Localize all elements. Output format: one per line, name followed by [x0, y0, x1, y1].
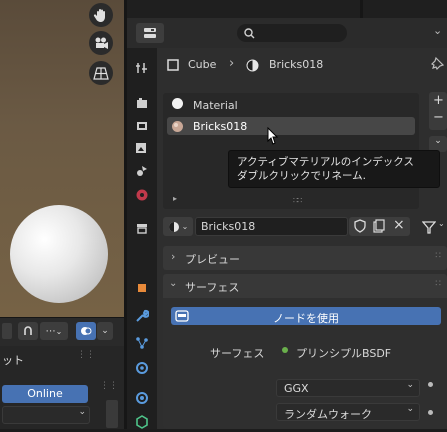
chevron-down-icon: ⌄: [406, 404, 414, 414]
shader-socket-dot: [282, 347, 288, 353]
data-tab-icon[interactable]: [132, 412, 152, 432]
remove-slot-icon[interactable]: −: [433, 110, 444, 125]
animate-property-dot[interactable]: [428, 410, 433, 415]
left-side-panel: ット ⋮⋮ Online ⌄ ⋮⋮: [0, 346, 124, 429]
preview-panel-header[interactable]: › プレビュー ∷: [163, 246, 447, 270]
3d-viewport[interactable]: [0, 0, 124, 317]
tooltip: アクティブマテリアルのインデックス ダブルクリックでリネーム.: [228, 150, 440, 188]
material-name-field[interactable]: Bricks018: [195, 217, 348, 236]
breadcrumb-object: Cube: [188, 58, 217, 71]
tooltip-line-2: ダブルクリックでリネーム.: [237, 170, 367, 182]
resize-handle-icon[interactable]: ∷∷: [293, 196, 302, 205]
surface-shader-value: プリンシプルBSDF: [296, 347, 392, 360]
surface-panel-title: サーフェス: [185, 281, 240, 294]
collection-tab-icon[interactable]: [132, 218, 152, 238]
use-nodes-label: ノードを使用: [273, 312, 339, 325]
object-tab-icon[interactable]: [132, 278, 152, 298]
properties-header: ⌄: [127, 18, 447, 48]
subsurface-method-dropdown[interactable]: ランダムウォーク ⌄: [276, 403, 420, 421]
chevron-right-icon: ›: [171, 250, 176, 263]
search-input[interactable]: [237, 24, 347, 42]
viewport-header-toolbar: ⋯ ⌄ ⌄: [0, 317, 124, 346]
editor-type-icon[interactable]: [136, 23, 164, 43]
panel-label: ット: [2, 354, 24, 367]
drag-handle-icon[interactable]: ⋮⋮: [100, 381, 118, 395]
options-icon[interactable]: ⌄: [433, 24, 447, 42]
divider: [360, 0, 363, 18]
pin-icon[interactable]: [430, 56, 445, 73]
drag-handle-icon[interactable]: ∷: [435, 251, 441, 261]
use-nodes-button[interactable]: ノードを使用: [171, 307, 441, 325]
camera-icon[interactable]: [89, 31, 113, 55]
particles-tab-icon[interactable]: [132, 333, 152, 353]
hand-pan-icon[interactable]: [89, 3, 113, 27]
physics-tab-icon[interactable]: [132, 358, 152, 378]
world-tab-icon[interactable]: [132, 185, 152, 205]
preview-panel-title: プレビュー: [185, 253, 240, 266]
surface-property-label: サーフェス: [210, 347, 265, 360]
subsurface-method-value: ランダムウォーク: [284, 408, 372, 421]
top-strip: [127, 0, 447, 18]
breadcrumb-material: Bricks018: [269, 58, 324, 71]
fake-user-shield-icon[interactable]: [354, 219, 366, 236]
chevron-right-icon: ›: [229, 56, 235, 71]
chevron-down-icon: ⌄: [181, 222, 189, 231]
snap-target-dropdown[interactable]: ⋯ ⌄: [40, 322, 68, 340]
material-sphere-icon: [168, 221, 179, 232]
chevron-down-icon[interactable]: ⌄: [97, 322, 113, 340]
output-tab-icon[interactable]: [132, 116, 152, 136]
snap-target-icon: ⋯: [45, 325, 56, 337]
add-slot-icon[interactable]: +: [433, 93, 444, 108]
chevron-down-icon: ⌄: [55, 326, 63, 336]
datablock-buttons: ×: [349, 217, 410, 236]
online-button[interactable]: Online: [2, 385, 88, 403]
tool-tab-icon[interactable]: [132, 58, 152, 78]
material-slot-icon: [171, 120, 184, 136]
browse-material-button[interactable]: ⌄: [163, 217, 193, 236]
toolbar-button[interactable]: [2, 323, 12, 339]
material-slot-label[interactable]: Bricks018: [193, 120, 247, 133]
scrollbar[interactable]: [106, 400, 118, 428]
render-tab-icon[interactable]: [132, 93, 152, 113]
cube-mesh-icon: [167, 59, 179, 74]
grid-perspective-icon[interactable]: [89, 61, 113, 85]
constraints-tab-icon[interactable]: [132, 388, 152, 408]
animate-property-dot[interactable]: [428, 382, 433, 387]
link-type-dropdown[interactable]: ⌄: [421, 217, 447, 236]
material-preview-sphere: [10, 205, 108, 303]
dropdown-field[interactable]: ⌄: [2, 406, 90, 424]
unlink-close-icon[interactable]: ×: [393, 217, 405, 233]
surface-panel-header[interactable]: ⌄ サーフェス ∷: [163, 274, 447, 298]
chevron-down-icon: ⌄: [438, 219, 445, 228]
mouse-cursor-icon: [267, 126, 279, 148]
drag-handle-icon[interactable]: ⋮⋮: [77, 350, 95, 364]
view-layer-tab-icon[interactable]: [132, 138, 152, 158]
tooltip-line-1: アクティブマテリアルのインデックス: [237, 156, 414, 168]
material-slot-label[interactable]: Material: [193, 99, 238, 112]
distribution-dropdown[interactable]: GGX ⌄: [276, 379, 420, 397]
link-funnel-icon: [422, 221, 436, 234]
material-properties-panel: Cube › Bricks018 Material Bricks018 ▸ ∷∷…: [157, 48, 447, 429]
search-icon: [244, 27, 255, 38]
expand-arrow-icon[interactable]: ▸: [173, 194, 177, 203]
drag-handle-icon[interactable]: ∷: [435, 279, 441, 289]
slot-add-remove-group: + −: [429, 92, 447, 130]
chevron-down-icon: ⌄: [78, 407, 86, 417]
material-slot-icon: [171, 97, 184, 113]
scene-tab-icon[interactable]: [132, 161, 152, 181]
chevron-down-icon: ⌄: [169, 278, 178, 289]
duplicate-icon[interactable]: [373, 219, 385, 236]
snap-icon[interactable]: [18, 322, 38, 340]
distribution-value: GGX: [284, 382, 309, 395]
material-sphere-icon: [246, 59, 259, 75]
chevron-down-icon: ⌄: [406, 380, 414, 390]
modifier-tab-icon[interactable]: [132, 306, 152, 326]
properties-tab-bar: [127, 48, 157, 429]
overlay-toggle-icon[interactable]: [76, 322, 96, 340]
surface-shader-field[interactable]: プリンシプルBSDF: [276, 341, 406, 361]
